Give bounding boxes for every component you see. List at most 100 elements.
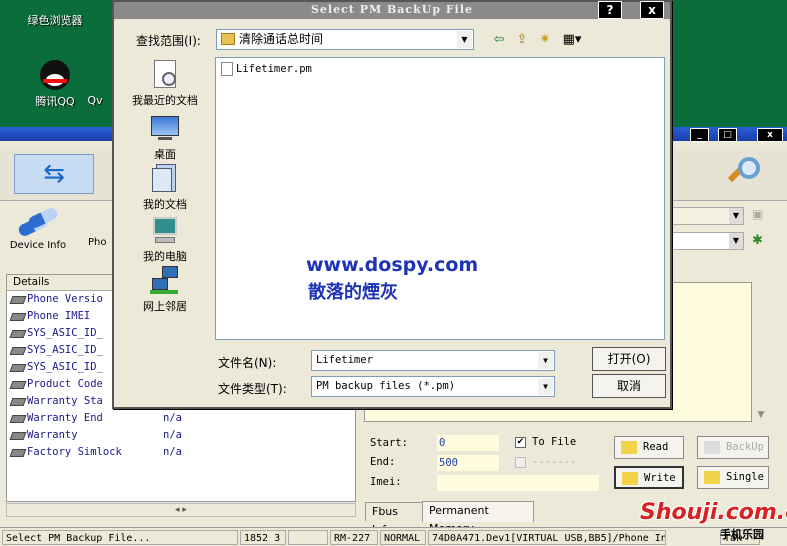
phone-button[interactable]: Pho — [88, 203, 114, 259]
read-button-label: Read — [643, 441, 669, 453]
disabled-checkbox — [515, 457, 526, 468]
minimize-icon[interactable]: _ — [690, 128, 709, 142]
details-row-label: Factory Simlock — [27, 446, 122, 458]
place-label: 我的电脑 — [143, 250, 187, 263]
details-row-label: Product Code — [27, 378, 103, 390]
places-bar: 我最近的文档 桌面 我的文档 我的电脑 网上邻居 — [122, 58, 208, 313]
details-horizontal-scrollbar[interactable]: ◂ ▸ — [6, 503, 356, 517]
filetype-dropdown[interactable]: PM backup files (*.pm) ▼ — [311, 376, 555, 397]
single-button-label: Single — [726, 471, 764, 483]
filename-label: 文件名(N): — [218, 356, 277, 370]
chevron-down-icon: ▼ — [538, 378, 553, 395]
magnifier-icon[interactable] — [727, 157, 762, 189]
device-info-button[interactable]: Device Info — [6, 206, 70, 262]
filename-input[interactable]: Lifetimer ▼ — [311, 350, 555, 371]
start-label: Start: — [370, 437, 408, 449]
chip-icon — [9, 415, 27, 423]
brand-watermark: Shouji.com.cn — [640, 500, 787, 525]
select-pm-backup-dialog: Select PM BackUp File ? x 查找范围(I): 清除通话总… — [112, 0, 672, 409]
place-network[interactable]: 网上邻居 — [122, 266, 208, 314]
end-input[interactable]: 500 — [437, 455, 499, 471]
close-icon[interactable]: x — [757, 128, 783, 142]
place-my-computer[interactable]: 我的电脑 — [122, 216, 208, 264]
view-menu-icon[interactable]: ▦▾ — [560, 32, 584, 48]
desktop-icon-green-browser[interactable]: 绿色浏览器 — [20, 0, 90, 28]
place-my-documents[interactable]: 我的文档 — [122, 164, 208, 212]
place-label: 我的文档 — [143, 198, 187, 211]
details-row[interactable]: Warranty End n/a — [7, 410, 355, 427]
write-button-label: Write — [644, 472, 676, 484]
chevron-down-icon: ▼ — [457, 31, 472, 48]
file-name: Lifetimer.pm — [236, 63, 312, 75]
output-vertical-scrollbar[interactable]: ▼ — [754, 277, 768, 422]
details-row[interactable]: Factory Simlock n/a — [7, 444, 355, 461]
status-empty — [288, 530, 328, 545]
imei-input[interactable] — [437, 475, 599, 491]
desktop-icon-qv[interactable]: Qv — [80, 94, 110, 107]
disk-icon[interactable]: ▣ — [752, 207, 772, 225]
tab-fbus-info[interactable]: Fbus Info — [365, 502, 423, 536]
desktop-icon-label: Qv — [87, 94, 103, 107]
chip-icon — [9, 381, 27, 389]
file-item[interactable]: Lifetimer.pm — [220, 62, 312, 76]
details-row-value: n/a — [163, 446, 182, 458]
filetype-value: PM backup files (*.pm) — [316, 380, 456, 392]
backup-button: BackUp — [697, 436, 769, 459]
up-folder-icon[interactable]: ⇪ — [513, 32, 531, 48]
brand-watermark-sub: 手机乐园 — [720, 528, 764, 541]
details-row-label: Warranty — [27, 429, 78, 441]
usb-icon: ⇆ — [43, 159, 65, 189]
details-row-label: SYS_ASIC_ID_ — [27, 361, 103, 373]
bug-icon[interactable]: ✱ — [752, 233, 772, 251]
new-folder-icon[interactable]: ✷ — [536, 32, 554, 48]
start-input[interactable]: 0 — [437, 435, 499, 451]
close-icon[interactable]: x — [640, 1, 664, 19]
my-computer-icon — [150, 216, 180, 246]
status-bar: Select PM Backup File... 1852 3 RM-227 N… — [0, 527, 787, 546]
tab-permanent-memory[interactable]: Permanent Memory — [422, 501, 534, 535]
pencil-icon — [704, 441, 720, 454]
back-icon[interactable]: ⇦ — [490, 32, 508, 48]
chevron-down-icon: ▼ — [538, 352, 553, 369]
look-in-dropdown[interactable]: 清除通话总时间 ▼ — [216, 29, 474, 50]
folder-icon — [221, 33, 235, 45]
device-info-label: Device Info — [9, 240, 67, 251]
help-icon[interactable]: ? — [598, 1, 622, 19]
chip-icon — [9, 364, 27, 372]
filename-value: Lifetimer — [316, 354, 373, 366]
imei-label: Imei: — [370, 476, 402, 488]
network-places-icon — [150, 266, 180, 296]
device-info-icon — [16, 206, 60, 238]
details-row[interactable]: Warranty n/a — [7, 427, 355, 444]
right-combo-2[interactable]: ▼ — [664, 232, 744, 250]
maximize-icon[interactable]: □ — [718, 128, 737, 142]
backup-button-label: BackUp — [726, 441, 764, 453]
write-button[interactable]: Write — [614, 466, 684, 489]
my-documents-icon — [150, 164, 180, 194]
details-row-label: Phone IMEI — [27, 310, 91, 322]
single-button[interactable]: Single — [697, 466, 769, 489]
pencil-icon — [704, 471, 720, 484]
read-button[interactable]: Read — [614, 436, 684, 459]
open-button[interactable]: 打开(O) — [592, 347, 666, 371]
to-file-label: To File — [532, 436, 577, 448]
right-combo-1[interactable]: ▼ — [664, 207, 744, 225]
usb-connection-button[interactable]: ⇆ — [14, 154, 94, 194]
end-label: End: — [370, 456, 396, 468]
cancel-button[interactable]: 取消 — [592, 374, 666, 398]
desktop-icon — [150, 114, 180, 144]
chip-icon — [9, 398, 27, 406]
filetype-label: 文件类型(T): — [218, 382, 287, 396]
status-message: Select PM Backup File... — [2, 530, 238, 545]
status-connection: 74D0A471.Dev1[VIRTUAL USB,BB5]/Phone In — [428, 530, 666, 545]
file-list[interactable]: Lifetimer.pm www.dospy.com 散落的煙灰 — [215, 57, 665, 340]
file-icon — [221, 62, 233, 76]
details-row-label: Warranty End — [27, 412, 103, 424]
place-desktop[interactable]: 桌面 — [122, 114, 208, 162]
place-recent-documents[interactable]: 我最近的文档 — [122, 60, 208, 108]
to-file-checkbox[interactable]: ✔ — [515, 437, 526, 448]
status-counter: 1852 3 — [240, 530, 286, 545]
chip-icon — [9, 347, 27, 355]
details-row-label: Phone Versio — [27, 293, 103, 305]
place-label: 网上邻居 — [143, 300, 187, 313]
